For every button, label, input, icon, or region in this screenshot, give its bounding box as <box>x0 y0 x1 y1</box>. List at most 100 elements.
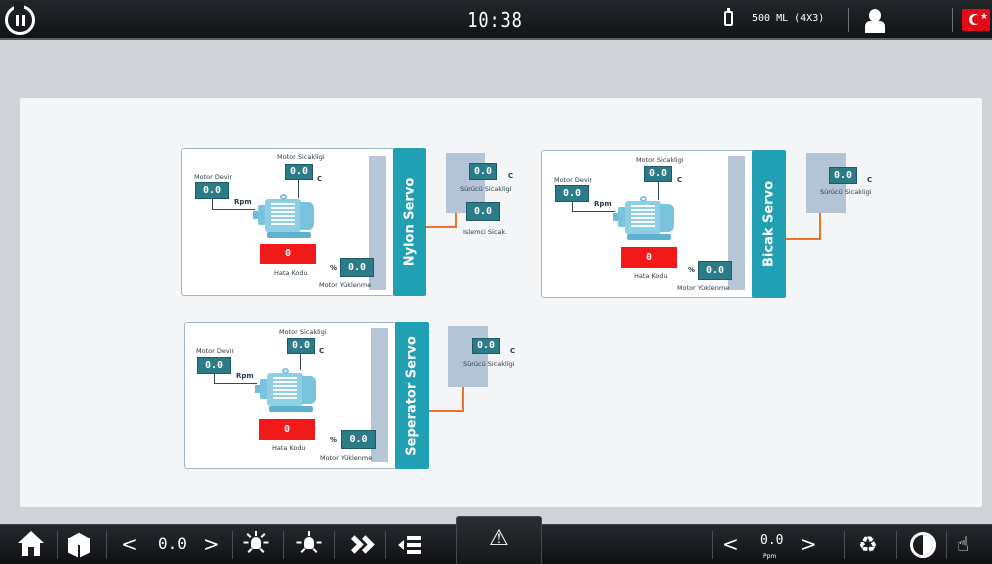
speed-unit: Rpm <box>234 198 252 206</box>
motor-speed-value: 0.0 <box>195 182 229 199</box>
temp-unit: C <box>319 347 325 355</box>
motor-speed-value: 0.0 <box>197 357 231 374</box>
motor-icon <box>255 368 319 414</box>
connector <box>214 383 257 384</box>
clock: 10:38 <box>467 8 523 32</box>
motor-load-label: Motor Yüklenme <box>320 454 373 462</box>
error-code-value: 0 <box>259 419 315 440</box>
stepper-value: 0.0 <box>158 534 187 553</box>
motor-load-value: 0.0 <box>340 258 374 277</box>
cube-icon[interactable] <box>67 532 91 558</box>
motor-load-label: Motor Yüklenme <box>677 284 730 292</box>
servo-title: Bicak Servo <box>761 180 777 268</box>
list-icon[interactable] <box>398 535 422 555</box>
light-off-icon[interactable] <box>296 531 322 557</box>
connector <box>429 410 463 412</box>
ppm-unit: Ppm <box>763 553 777 560</box>
motor-temp-label: Motor Sicakligi <box>279 328 327 336</box>
turkey-flag-icon[interactable]: ★ <box>962 9 990 31</box>
motor-temp-label: Motor Sicakligi <box>277 153 325 161</box>
driver-temp-unit: C <box>867 176 873 184</box>
motor-temp-value: 0.0 <box>287 338 315 354</box>
divider <box>952 8 953 32</box>
product-label[interactable]: 500 ML (4X3) <box>752 13 824 24</box>
driver-temp-value: 0.0 <box>472 338 500 354</box>
user-icon[interactable] <box>864 9 886 33</box>
motor-speed-value: 0.0 <box>555 185 589 202</box>
bottle-icon <box>724 8 733 26</box>
motor-load-value: 0.0 <box>698 261 732 280</box>
home-icon[interactable] <box>18 531 44 557</box>
speed-unit: Rpm <box>594 200 612 208</box>
cpu-temp-value: 0.0 <box>466 202 500 221</box>
error-code-label: Hata Kodu <box>634 272 668 280</box>
temp-unit: C <box>677 176 683 184</box>
driver-temp-label: Sürücü Sicakligi <box>460 185 512 193</box>
divider <box>848 8 849 32</box>
stepper-value: 0.0 <box>760 533 784 548</box>
motor-temp-value: 0.0 <box>285 164 313 180</box>
connector <box>462 387 464 412</box>
motor-temp-label: Motor Sicakligi <box>636 156 684 164</box>
connector <box>426 226 456 228</box>
driver-temp-label: Sürücü Sicakligi <box>820 188 872 196</box>
driver-box <box>448 326 488 387</box>
connector <box>455 213 457 228</box>
warning-button[interactable]: ⚠ <box>456 516 542 564</box>
motor-speed-label: Motor Devir <box>554 176 593 184</box>
divider <box>844 531 845 559</box>
divider <box>106 531 107 559</box>
seperator-servo-title-bar[interactable]: Seperator Servo <box>395 322 429 469</box>
load-unit: % <box>330 436 338 444</box>
top-bar: 10:38 500 ML (4X3) ★ <box>0 0 992 40</box>
contrast-icon[interactable] <box>910 532 936 558</box>
divider <box>57 531 58 559</box>
connector <box>786 238 820 240</box>
motor-temp-value: 0.0 <box>644 166 672 182</box>
increment-button[interactable]: > <box>203 532 220 556</box>
servo-title: Seperator Servo <box>404 335 420 456</box>
bicak-servo-title-bar[interactable]: Bicak Servo <box>752 150 786 298</box>
divider <box>896 531 897 559</box>
divider <box>334 531 335 559</box>
decrement-button[interactable]: < <box>121 532 138 556</box>
nylon-servo-title-bar[interactable]: Nylon Servo <box>393 148 426 296</box>
warning-icon: ⚠ <box>489 526 509 551</box>
speed-unit: Rpm <box>236 372 254 380</box>
driver-temp-unit: C <box>508 172 514 180</box>
error-code-value: 0 <box>621 247 677 268</box>
cpu-temp-label: Islemci Sicak. <box>463 228 508 236</box>
motor-icon <box>253 194 317 240</box>
servo-title: Nylon Servo <box>402 177 417 267</box>
decrement-button[interactable]: < <box>722 532 739 556</box>
connector <box>819 213 821 240</box>
temp-unit: C <box>317 175 323 183</box>
motor-speed-label: Motor Devir <box>194 173 233 181</box>
divider <box>946 531 947 559</box>
motor-icon <box>613 196 677 242</box>
driver-temp-value: 0.0 <box>829 167 857 184</box>
hand-icon[interactable]: ☝ <box>957 532 987 558</box>
recycle-icon[interactable]: ♻ <box>858 533 884 559</box>
motor-load-value: 0.0 <box>341 430 376 449</box>
divider <box>232 531 233 559</box>
light-icon[interactable] <box>243 531 269 557</box>
error-code-label: Hata Kodu <box>274 269 308 277</box>
load-unit: % <box>688 266 696 274</box>
driver-temp-label: Sürücü Sicakligi <box>463 360 515 368</box>
fast-forward-icon[interactable] <box>345 535 376 555</box>
motor-load-label: Motor Yüklenme <box>319 281 372 289</box>
motor-speed-label: Motor Devir <box>196 347 235 355</box>
main-panel: Nylon Servo Motor Sicakligi 0.0 C Motor … <box>20 98 982 507</box>
divider <box>712 531 713 559</box>
load-unit: % <box>330 264 338 272</box>
power-pause-icon[interactable] <box>5 2 35 35</box>
error-code-value: 0 <box>260 244 316 264</box>
connector <box>212 209 255 210</box>
driver-temp-unit: C <box>510 347 516 355</box>
divider <box>385 531 386 559</box>
increment-button[interactable]: > <box>800 532 817 556</box>
divider <box>283 531 284 559</box>
driver-temp-value: 0.0 <box>469 163 497 180</box>
connector <box>572 211 615 212</box>
